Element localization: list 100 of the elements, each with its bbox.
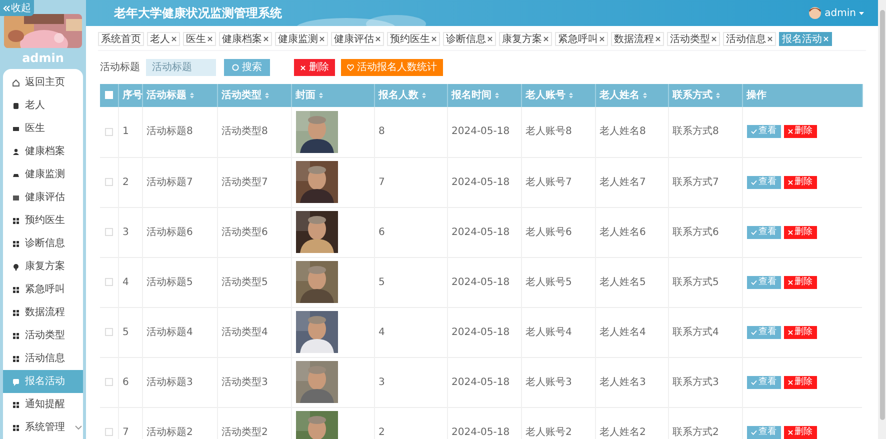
- tab[interactable]: 健康监测: [275, 32, 328, 46]
- close-icon: [300, 64, 306, 70]
- table-cell: 老人账号4: [526, 326, 572, 338]
- menu-item[interactable]: 通知提醒: [3, 393, 83, 416]
- column-header[interactable]: 序号: [122, 88, 142, 103]
- delete-button[interactable]: 删除: [784, 226, 816, 238]
- stats-button[interactable]: 活动报名人数统计: [341, 59, 443, 76]
- search-field[interactable]: 活动标题: [146, 59, 216, 76]
- tab[interactable]: 健康档案: [219, 32, 272, 46]
- tab[interactable]: 健康评估: [331, 32, 384, 46]
- column-header[interactable]: 老人姓名: [600, 88, 646, 103]
- view-button[interactable]: 查看: [746, 326, 780, 338]
- sort-icon: [716, 92, 720, 99]
- tab[interactable]: 预约医生: [387, 32, 440, 46]
- chevron-down-icon: [75, 425, 82, 430]
- view-button[interactable]: 查看: [746, 426, 780, 438]
- view-button[interactable]: 查看: [746, 226, 780, 238]
- tab[interactable]: 老人: [147, 32, 180, 46]
- delete-button[interactable]: 删除: [784, 125, 816, 138]
- table-cell: 活动类型6: [222, 226, 268, 238]
- menu-item[interactable]: 紧急呼叫: [3, 278, 83, 301]
- search-icon: [232, 64, 239, 71]
- scrollbar[interactable]: [878, 0, 886, 439]
- table-cell: 2024-05-18: [452, 326, 510, 338]
- tab[interactable]: 活动信息: [723, 32, 776, 46]
- table-cell: 老人账号7: [526, 176, 572, 188]
- row-checkbox[interactable]: [104, 228, 113, 236]
- menu-item[interactable]: 活动类型: [3, 324, 83, 347]
- sort-icon: [318, 92, 322, 99]
- row-checkbox[interactable]: [104, 428, 113, 436]
- tab[interactable]: 报名活动: [779, 32, 832, 46]
- square-icon: [12, 102, 20, 110]
- square-icon: [12, 194, 20, 202]
- column-header[interactable]: 操作: [746, 88, 766, 103]
- close-icon: [788, 180, 792, 184]
- column-header[interactable]: 报名时间: [452, 88, 498, 103]
- row-checkbox[interactable]: [104, 178, 113, 186]
- tab[interactable]: 诊断信息: [443, 32, 496, 46]
- close-icon: [655, 36, 661, 42]
- tab[interactable]: 康复方案: [499, 32, 552, 46]
- menu-item[interactable]: 老人: [3, 94, 83, 117]
- field-label: 活动标题: [100, 60, 140, 75]
- tab[interactable]: 数据流程: [611, 32, 664, 46]
- column-header[interactable]: 活动标题: [146, 88, 194, 103]
- view-button[interactable]: 查看: [746, 376, 780, 388]
- table-cell: 活动类型7: [222, 176, 268, 188]
- table-cell: 5: [122, 326, 129, 338]
- delete-button[interactable]: 删除: [784, 326, 816, 338]
- delete-button[interactable]: 删除: [784, 176, 816, 188]
- menu-item[interactable]: 健康档案: [3, 140, 83, 163]
- row-checkbox[interactable]: [104, 278, 113, 286]
- view-button[interactable]: 查看: [746, 125, 780, 138]
- table-cell: 老人姓名6: [600, 226, 646, 238]
- sort-icon: [494, 92, 498, 99]
- delete-button[interactable]: 删除: [784, 276, 816, 288]
- close-icon: [543, 36, 549, 42]
- tab[interactable]: 医生: [183, 32, 216, 46]
- close-icon: [788, 330, 792, 334]
- delete-button[interactable]: 删除: [784, 426, 816, 438]
- delete-button[interactable]: 删除: [784, 376, 816, 388]
- menu-item[interactable]: 康复方案: [3, 255, 83, 278]
- menu-item[interactable]: 数据流程: [3, 301, 83, 324]
- menu-item[interactable]: 系统管理: [3, 416, 83, 439]
- menu-item[interactable]: 报名活动: [3, 370, 83, 393]
- menu-item[interactable]: 预约医生: [3, 209, 83, 232]
- table-cell: 老人姓名8: [600, 126, 646, 138]
- menu-item[interactable]: 医生: [3, 117, 83, 140]
- search-button[interactable]: 搜索: [224, 59, 270, 76]
- view-button[interactable]: 查看: [746, 276, 780, 288]
- menu-item[interactable]: 返回主页: [3, 71, 83, 94]
- column-header[interactable]: 封面: [296, 88, 322, 103]
- column-header[interactable]: 联系方式: [672, 88, 720, 103]
- tab[interactable]: 系统首页: [98, 32, 144, 46]
- close-icon: [788, 380, 792, 384]
- avatar-icon: [808, 7, 821, 19]
- view-button[interactable]: 查看: [746, 176, 780, 188]
- column-header[interactable]: 老人账号: [526, 88, 572, 103]
- menu-item[interactable]: 健康监测: [3, 163, 83, 186]
- row-checkbox[interactable]: [104, 128, 113, 136]
- menu-item[interactable]: 活动信息: [3, 347, 83, 370]
- table-cell: 联系方式3: [672, 376, 719, 388]
- table-cell: 老人账号6: [526, 226, 572, 238]
- table-cell: 联系方式2: [672, 426, 719, 438]
- delete-button[interactable]: 删除: [294, 59, 335, 76]
- table-cell: 7: [378, 176, 385, 188]
- tab[interactable]: 活动类型: [667, 32, 720, 46]
- row-checkbox[interactable]: [104, 328, 113, 336]
- table-cell: 6: [122, 376, 129, 388]
- tab[interactable]: 紧急呼叫: [555, 32, 608, 46]
- menu-item[interactable]: 健康评估: [3, 186, 83, 209]
- table-cell: 2024-05-18: [452, 426, 510, 438]
- menu-item[interactable]: 诊断信息: [3, 232, 83, 255]
- sort-icon: [568, 92, 572, 99]
- table-cell: 5: [378, 276, 385, 288]
- column-header[interactable]: 报名人数: [378, 88, 426, 103]
- row-checkbox[interactable]: [104, 378, 113, 386]
- collapse-button[interactable]: 收起: [0, 0, 34, 16]
- column-header[interactable]: 活动类型: [222, 88, 268, 103]
- table-cell: 1: [122, 126, 129, 138]
- user-menu[interactable]: admin: [824, 6, 864, 20]
